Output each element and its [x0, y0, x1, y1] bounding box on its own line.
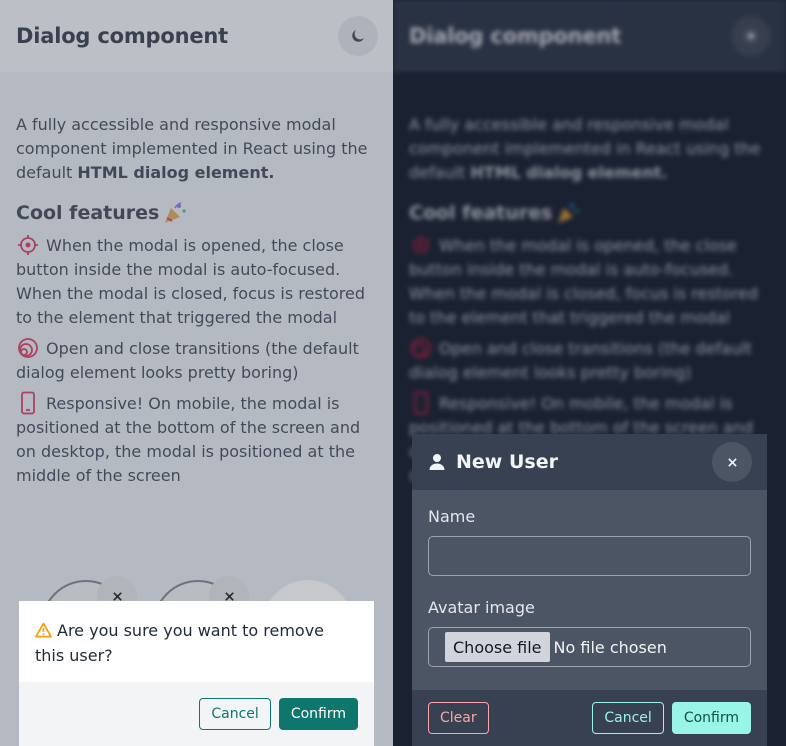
avatar-image-label: Avatar image	[428, 598, 535, 617]
confirm-message: Are you sure you want to remove this use…	[35, 621, 324, 665]
dialog-title: New User	[428, 451, 558, 473]
new-user-form: Name Avatar image Choose file No file ch…	[412, 490, 767, 667]
warning-icon	[35, 622, 52, 638]
choose-file-button[interactable]: Choose file	[445, 632, 550, 662]
confirm-dialog-footer: Cancel Confirm	[19, 682, 374, 746]
confirm-button[interactable]: Confirm	[278, 698, 358, 730]
confirm-button[interactable]: Confirm	[671, 702, 751, 734]
light-theme-pane: Dialog component A fully accessible and …	[0, 0, 393, 746]
new-user-dialog-header: New User	[412, 434, 767, 490]
user-icon	[429, 454, 445, 470]
close-icon	[224, 591, 234, 601]
new-user-dialog: New User Name Avatar image Choose file N…	[412, 434, 767, 746]
name-input[interactable]	[428, 536, 751, 576]
new-user-dialog-footer: Clear Cancel Confirm	[412, 690, 767, 746]
file-status: No file chosen	[553, 637, 667, 657]
cancel-button[interactable]: Cancel	[199, 698, 271, 730]
avatar-file-input[interactable]: Choose file No file chosen	[428, 627, 751, 667]
name-label: Name	[428, 507, 476, 526]
close-icon	[112, 591, 122, 601]
confirm-dialog: Are you sure you want to remove this use…	[19, 601, 374, 746]
cancel-button[interactable]: Cancel	[592, 702, 664, 734]
confirm-dialog-body: Are you sure you want to remove this use…	[19, 601, 374, 682]
close-icon	[727, 457, 737, 467]
clear-button[interactable]: Clear	[428, 702, 489, 734]
close-dialog-button[interactable]	[712, 442, 752, 482]
